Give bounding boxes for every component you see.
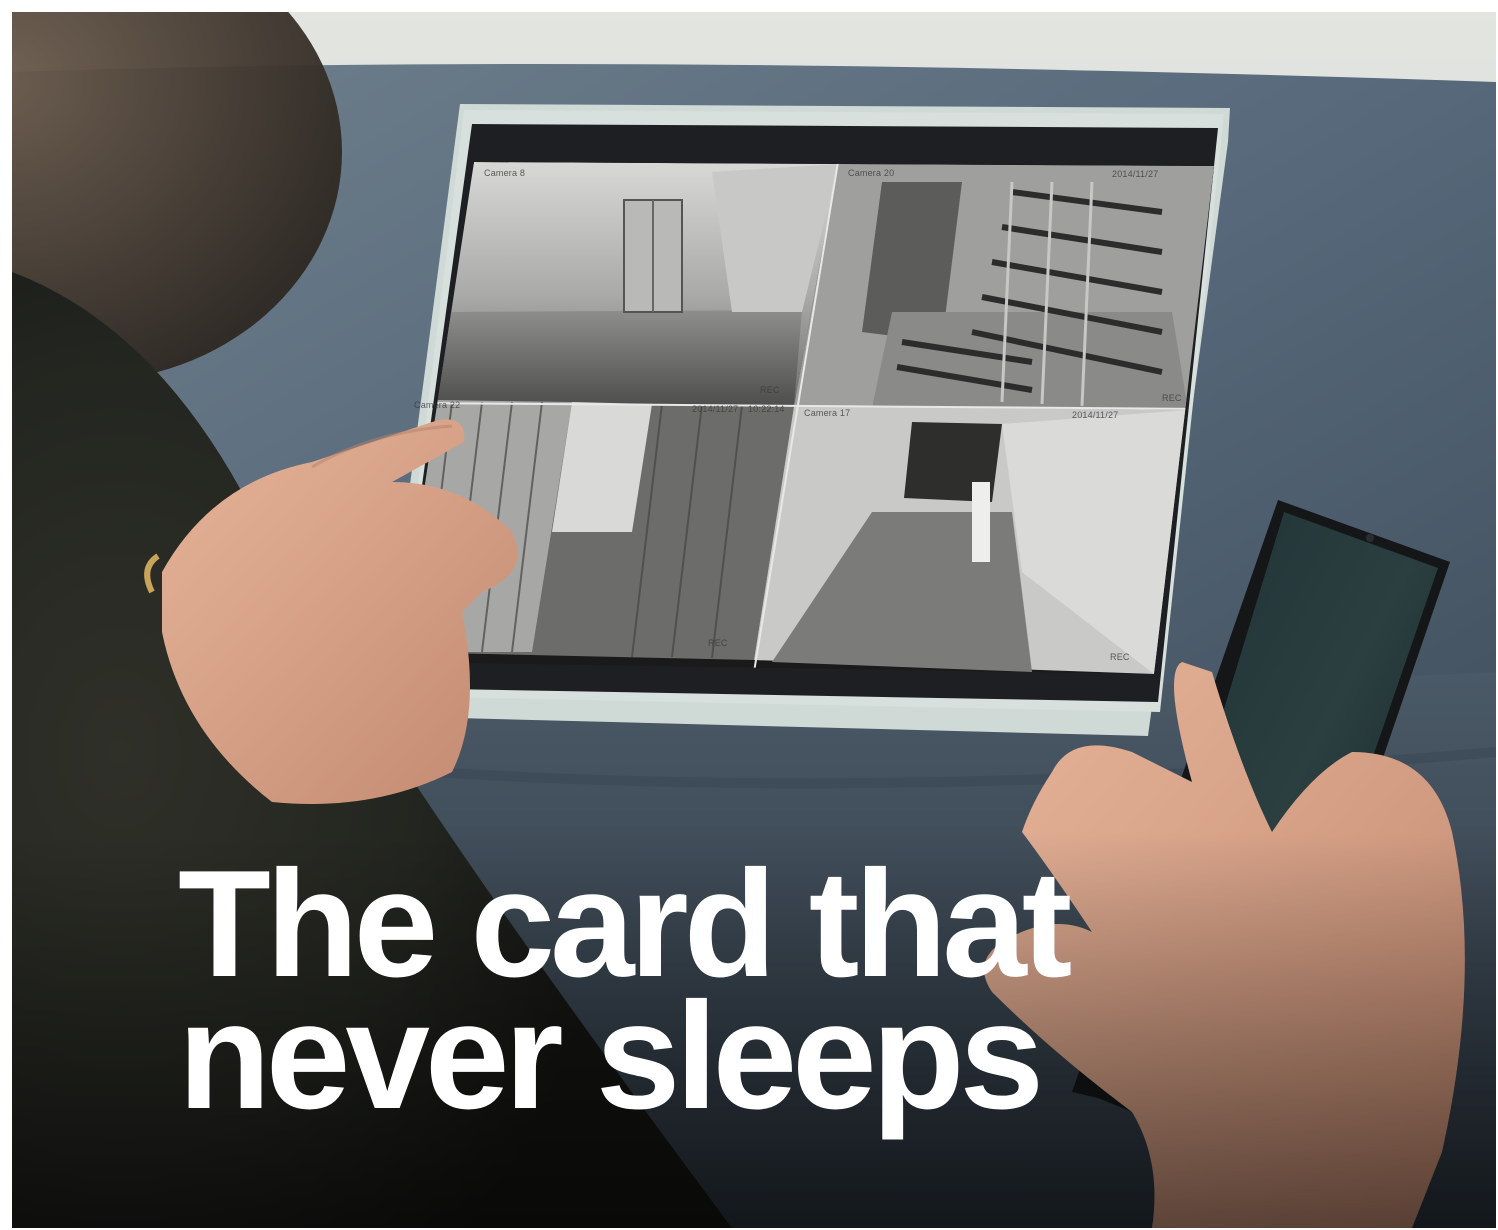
headline-line-2: never sleeps — [178, 971, 1044, 1141]
headline: The card that never sleeps — [178, 848, 1072, 1141]
rec-indicator: REC — [1110, 652, 1130, 662]
cover-image: Camera 8 Camera 20 2014/11/27 Camera 22 … — [0, 0, 1498, 1230]
rec-indicator: REC — [760, 385, 780, 395]
camera-time: 10:22:14 — [748, 404, 785, 414]
camera-label: Camera 17 — [804, 408, 851, 418]
camera-label: Camera 22 — [414, 400, 461, 410]
camera-label: Camera 20 — [848, 168, 895, 178]
camera-timestamp: 2014/11/27 — [1112, 169, 1159, 179]
rec-indicator: REC — [708, 638, 728, 648]
camera-timestamp: 2014/11/27 — [692, 404, 739, 414]
camera-timestamp: 2014/11/27 — [1072, 410, 1119, 420]
rec-indicator: REC — [1162, 393, 1182, 403]
camera-label: Camera 8 — [484, 168, 526, 178]
